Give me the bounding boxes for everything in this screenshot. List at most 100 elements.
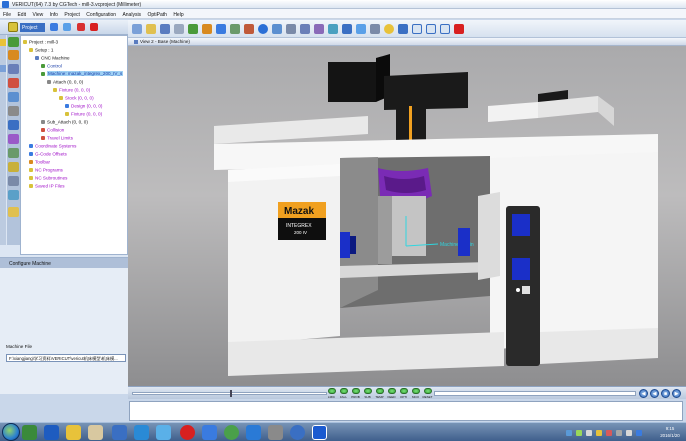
tree-node-nc-subroutines[interactable]: NC Subroutines	[29, 174, 67, 181]
led-prob[interactable]: PROB	[350, 388, 361, 399]
open-icon[interactable]	[132, 24, 142, 34]
menu-help[interactable]: Help	[170, 9, 185, 18]
copy-icon[interactable]	[8, 92, 19, 102]
tray-icon-1[interactable]	[566, 430, 572, 436]
taskbar-explorer[interactable]	[66, 425, 81, 440]
tree-node-nc-programs[interactable]: NC Programs	[29, 166, 63, 173]
tree-node-attach[interactable]: Attach (0, 0, 0)	[47, 78, 83, 85]
taskbar-app-13[interactable]	[290, 425, 305, 440]
view-icon[interactable]	[286, 24, 296, 34]
tree-node-fixture-1[interactable]: Fixture (0, 0, 0)	[53, 86, 90, 93]
tray-icon-3[interactable]	[586, 430, 592, 436]
step-back-button[interactable]: ◀	[650, 389, 659, 398]
machine-view[interactable]: View 2 - Base (Machine) Machine Origin M…	[128, 38, 686, 388]
menu-analysis[interactable]: Analysis	[119, 9, 143, 18]
measure-icon[interactable]	[328, 24, 338, 34]
close-view-icon[interactable]	[454, 24, 464, 34]
menu-view[interactable]: View	[29, 9, 45, 18]
quad-view-icon[interactable]	[440, 24, 450, 34]
vt-folder-icon[interactable]	[0, 39, 6, 46]
menu-optipath[interactable]: OptiPath	[144, 9, 168, 18]
display-icon[interactable]	[8, 190, 19, 200]
tree-node-machine[interactable]: Machine: mazak_integrex_200_IV_s	[41, 70, 124, 77]
animation-speed-slider[interactable]	[132, 390, 327, 397]
info-icon[interactable]	[258, 24, 268, 34]
tree-node-coordinate-systems[interactable]: Coordinate Systems	[29, 142, 76, 149]
model-view-icon[interactable]	[300, 24, 310, 34]
menu-info[interactable]: Info	[47, 9, 60, 18]
tab-project[interactable]: Project	[20, 23, 45, 32]
led-temp[interactable]: TEMP	[374, 388, 385, 399]
project-tree-icon[interactable]	[8, 22, 18, 32]
tree-node-design[interactable]: Design (0, 0, 0)	[65, 102, 102, 109]
tray-network-icon[interactable]	[616, 430, 622, 436]
close-icon[interactable]	[90, 23, 99, 31]
tree-node-saved-ip-files[interactable]: Saved IP Files	[29, 182, 65, 189]
light-icon[interactable]	[384, 24, 394, 34]
tray-icon-5[interactable]	[606, 430, 612, 436]
pan-icon[interactable]	[356, 24, 366, 34]
tree-node-stock[interactable]: Stock (0, 0, 0)	[59, 94, 94, 101]
check-icon[interactable]	[244, 24, 254, 34]
menu-project[interactable]: Project	[61, 9, 82, 18]
play-button[interactable]: ▶	[672, 389, 681, 398]
stop-button[interactable]: ■	[661, 389, 670, 398]
properties-icon[interactable]	[8, 162, 19, 172]
save-icon[interactable]	[8, 207, 19, 217]
tool-manager-icon[interactable]	[230, 24, 240, 34]
clock[interactable]: 9:15 2016/1/20	[654, 425, 686, 439]
taskbar-app-11[interactable]	[246, 425, 261, 440]
led-opti[interactable]: OPTI	[398, 388, 409, 399]
led-fall[interactable]: FALL	[338, 388, 349, 399]
rotate-view-icon[interactable]	[370, 24, 380, 34]
taskbar-chrome[interactable]	[224, 425, 239, 440]
align-icon[interactable]	[8, 134, 19, 144]
tray-icon-2[interactable]	[576, 430, 582, 436]
led-reset[interactable]: RESET	[422, 388, 433, 399]
hide-icon[interactable]	[8, 176, 19, 186]
part-icon[interactable]	[216, 24, 226, 34]
tree-node-toolbar[interactable]: Toolbar	[29, 158, 50, 165]
tray-input-icon[interactable]	[636, 430, 642, 436]
led-sub[interactable]: SUB	[362, 388, 373, 399]
tree-node-gcode-offsets[interactable]: G-Code Offsets	[29, 150, 67, 157]
taskbar-app-9[interactable]	[202, 425, 217, 440]
tree-node-collision[interactable]: Collision	[41, 126, 64, 133]
tree-node-fixture-2[interactable]: Fixture (0, 0, 0)	[65, 110, 102, 117]
tree-node-setup[interactable]: Setup : 1	[29, 46, 53, 53]
section-icon[interactable]	[314, 24, 324, 34]
machine-setup-icon[interactable]	[202, 24, 212, 34]
rewind-button[interactable]: ◀	[639, 389, 648, 398]
machine-file-field[interactable]: F:\xiangjiang\学习资料\VERICUT\vericut机床模型\机…	[6, 354, 126, 362]
reset-icon[interactable]	[188, 24, 198, 34]
menu-file[interactable]: File	[0, 9, 13, 18]
redo-icon[interactable]	[63, 23, 72, 31]
tray-icon-4[interactable]	[596, 430, 602, 436]
taskbar-app-1[interactable]	[22, 425, 37, 440]
folder-icon[interactable]	[146, 24, 156, 34]
led-lmic[interactable]: LMIC	[326, 388, 337, 399]
tray-volume-icon[interactable]	[626, 430, 632, 436]
delete-icon[interactable]	[8, 78, 19, 88]
move-icon[interactable]	[8, 64, 19, 74]
taskbar-app-4[interactable]	[88, 425, 103, 440]
fit-icon[interactable]	[398, 24, 408, 34]
led-mco[interactable]: MCO	[410, 388, 421, 399]
tree-node-sub-attach[interactable]: Sub_Attach (0, 0, 0)	[41, 118, 88, 125]
vt-tool-icon[interactable]	[0, 65, 6, 72]
taskbar-media[interactable]	[112, 425, 127, 440]
tree-node-project[interactable]: Project : mill-3	[23, 38, 58, 45]
single-view-icon[interactable]	[412, 24, 422, 34]
save-project-icon[interactable]	[160, 24, 170, 34]
layout-icon[interactable]	[272, 24, 282, 34]
paste-icon[interactable]	[8, 106, 19, 116]
message-area[interactable]	[129, 401, 683, 421]
taskbar-vericut[interactable]	[312, 425, 327, 440]
alert-icon[interactable]	[76, 23, 85, 31]
undo-icon[interactable]	[50, 23, 58, 31]
menu-edit[interactable]: Edit	[14, 9, 28, 18]
add-component-icon[interactable]	[8, 37, 19, 47]
taskbar-app-12[interactable]	[268, 425, 283, 440]
rotate-icon[interactable]	[8, 120, 19, 130]
taskbar-app-8[interactable]	[180, 425, 195, 440]
